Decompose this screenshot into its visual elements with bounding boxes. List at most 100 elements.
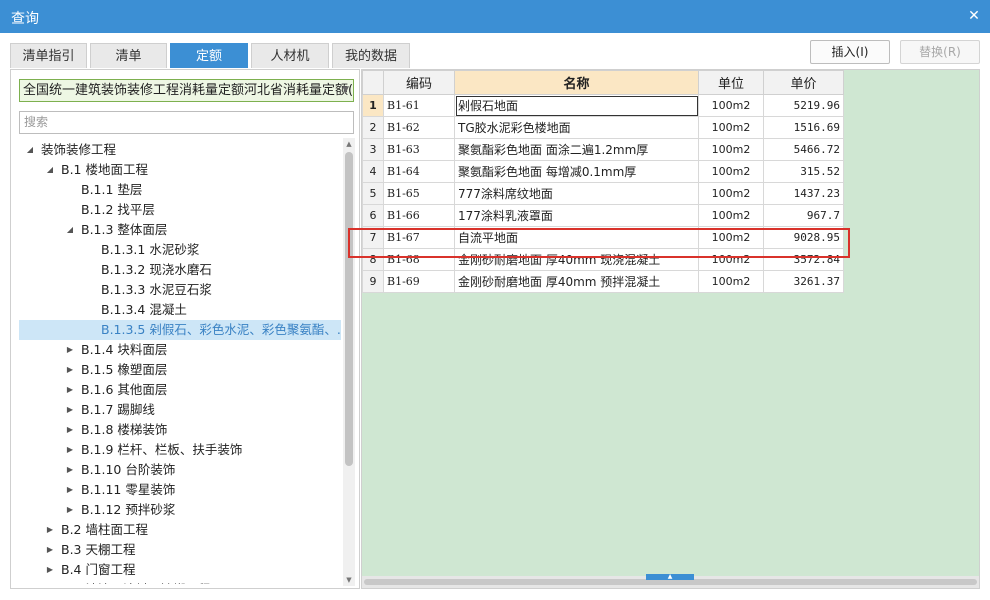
search-input[interactable]: 搜索 [19,111,354,134]
scroll-up-icon[interactable]: ▲ [343,140,355,148]
table-row[interactable]: 7 B1-67 自流平地面 100m2 9028.95 [362,226,844,249]
tree-node[interactable]: B.1.1 垫层 [19,180,341,200]
tree-node[interactable]: ▶ B.5 油漆、涂料、裱糊工程 [19,580,341,584]
cell-code[interactable]: B1-63 [383,138,455,161]
expanded-arrow-icon[interactable]: ◢ [65,220,75,240]
tree-node[interactable]: ◢ B.1.3 整体面层 [19,220,341,240]
cell-price[interactable]: 3261.37 [763,270,844,293]
collapsed-arrow-icon[interactable]: ▶ [45,580,55,584]
collapsed-arrow-icon[interactable]: ▶ [65,480,75,500]
cell-unit[interactable]: 100m2 [698,160,764,183]
column-header-price[interactable]: 单价 [763,70,844,95]
scrollbar-thumb[interactable] [345,152,353,466]
cell-name[interactable]: 剁假石地面 [454,94,699,117]
tab-quota[interactable]: 定额 [170,43,248,68]
cell-code[interactable]: B1-67 [383,226,455,249]
cell-unit[interactable]: 100m2 [698,204,764,227]
tab-labor-material[interactable]: 人材机 [251,43,329,68]
column-header-unit[interactable]: 单位 [698,70,764,95]
collapsed-arrow-icon[interactable]: ▶ [65,360,75,380]
tree-node[interactable]: ▶ B.3 天棚工程 [19,540,341,560]
insert-button[interactable]: 插入(I) [810,40,890,64]
cell-code[interactable]: B1-68 [383,248,455,271]
collapsed-arrow-icon[interactable]: ▶ [65,380,75,400]
cell-unit[interactable]: 100m2 [698,182,764,205]
row-number[interactable]: 4 [362,160,384,183]
collapsed-arrow-icon[interactable]: ▶ [45,540,55,560]
cell-code[interactable]: B1-69 [383,270,455,293]
cell-unit[interactable]: 100m2 [698,116,764,139]
tree-node[interactable]: B.1.2 找平层 [19,200,341,220]
row-number[interactable]: 3 [362,138,384,161]
grid-horizontal-scrollbar[interactable]: ▲ [362,574,979,588]
collapsed-arrow-icon[interactable]: ▶ [65,500,75,520]
tree-node[interactable]: B.1.3.3 水泥豆石浆 [19,280,341,300]
tree-node[interactable]: ▶ B.1.5 橡塑面层 [19,360,341,380]
table-row[interactable]: 4 B1-64 聚氨酯彩色地面 每增减0.1mm厚 100m2 315.52 [362,160,844,183]
tree-node[interactable]: ▶ B.1.10 台阶装饰 [19,460,341,480]
column-header-name[interactable]: 名称 [454,70,699,95]
tree-node[interactable]: ▶ B.1.8 楼梯装饰 [19,420,341,440]
collapsed-arrow-icon[interactable]: ▶ [65,440,75,460]
quota-library-select[interactable]: 全国统一建筑装饰装修工程消耗量定额河北省消耗量定额(2012) ▼ [19,79,354,102]
collapsed-arrow-icon[interactable]: ▶ [65,400,75,420]
maximize-icon[interactable] [940,8,956,24]
cell-name[interactable]: 聚氨酯彩色地面 每增减0.1mm厚 [454,160,699,183]
splitter-up-icon[interactable]: ▲ [646,574,694,580]
tree-node[interactable]: ▶ B.1.11 零星装饰 [19,480,341,500]
tree-scrollbar[interactable]: ▲ ▼ [343,138,355,586]
tree-node[interactable]: ▶ B.1.12 预拌砂浆 [19,500,341,520]
table-row[interactable]: 6 B1-66 177涂料乳液罩面 100m2 967.7 [362,204,844,227]
cell-price[interactable]: 9028.95 [763,226,844,249]
table-row[interactable]: 9 B1-69 金刚砂耐磨地面 厚40mm 预拌混凝土 100m2 3261.37 [362,270,844,293]
table-row[interactable]: 3 B1-63 聚氨酯彩色地面 面涂二遍1.2mm厚 100m2 5466.72 [362,138,844,161]
cell-code[interactable]: B1-65 [383,182,455,205]
cell-name[interactable]: 金刚砂耐磨地面 厚40mm 现浇混凝土 [454,248,699,271]
collapsed-arrow-icon[interactable]: ▶ [65,420,75,440]
collapsed-arrow-icon[interactable]: ▶ [45,520,55,540]
cell-unit[interactable]: 100m2 [698,248,764,271]
tab-bill-guide[interactable]: 清单指引 [10,43,87,68]
table-row[interactable]: 1 B1-61 剁假石地面 100m2 5219.96 [362,94,844,117]
expanded-arrow-icon[interactable]: ◢ [25,140,35,160]
tab-my-data[interactable]: 我的数据 [332,43,410,68]
cell-unit[interactable]: 100m2 [698,94,764,117]
cell-code[interactable]: B1-62 [383,116,455,139]
cell-name[interactable]: 自流平地面 [454,226,699,249]
collapsed-arrow-icon[interactable]: ▶ [65,340,75,360]
cell-unit[interactable]: 100m2 [698,138,764,161]
tree-node[interactable]: ◢ B.1 楼地面工程 [19,160,341,180]
tree-node[interactable]: B.1.3.4 混凝土 [19,300,341,320]
tree-node[interactable]: B.1.3.1 水泥砂浆 [19,240,341,260]
cell-unit[interactable]: 100m2 [698,270,764,293]
collapsed-arrow-icon[interactable]: ▶ [45,560,55,580]
row-number[interactable]: 8 [362,248,384,271]
tree-node[interactable]: ▶ B.1.6 其他面层 [19,380,341,400]
tree-node[interactable]: ▶ B.2 墙柱面工程 [19,520,341,540]
tab-bill[interactable]: 清单 [90,43,167,68]
cell-code[interactable]: B1-61 [383,94,455,117]
cell-code[interactable]: B1-66 [383,204,455,227]
tree-node[interactable]: ▶ B.1.9 栏杆、栏板、扶手装饰 [19,440,341,460]
cell-name[interactable]: 金刚砂耐磨地面 厚40mm 预拌混凝土 [454,270,699,293]
tree-node[interactable]: B.1.3.5 剁假石、彩色水泥、彩色聚氨酯、... [19,320,341,340]
tree-node[interactable]: ▶ B.4 门窗工程 [19,560,341,580]
expanded-arrow-icon[interactable]: ◢ [45,160,55,180]
cell-unit[interactable]: 100m2 [698,226,764,249]
column-header-code[interactable]: 编码 [383,70,455,95]
row-number[interactable]: 9 [362,270,384,293]
collapsed-arrow-icon[interactable]: ▶ [65,460,75,480]
row-number[interactable]: 7 [362,226,384,249]
table-row[interactable]: 8 B1-68 金刚砂耐磨地面 厚40mm 现浇混凝土 100m2 3572.84 [362,248,844,271]
cell-name[interactable]: 177涂料乳液罩面 [454,204,699,227]
table-row[interactable]: 5 B1-65 777涂料席纹地面 100m2 1437.23 [362,182,844,205]
row-number[interactable]: 2 [362,116,384,139]
cell-price[interactable]: 315.52 [763,160,844,183]
cell-price[interactable]: 5219.96 [763,94,844,117]
cell-code[interactable]: B1-64 [383,160,455,183]
cell-price[interactable]: 1516.69 [763,116,844,139]
row-number[interactable]: 1 [362,94,384,117]
cell-name[interactable]: 聚氨酯彩色地面 面涂二遍1.2mm厚 [454,138,699,161]
cell-price[interactable]: 3572.84 [763,248,844,271]
scroll-down-icon[interactable]: ▼ [343,576,355,584]
